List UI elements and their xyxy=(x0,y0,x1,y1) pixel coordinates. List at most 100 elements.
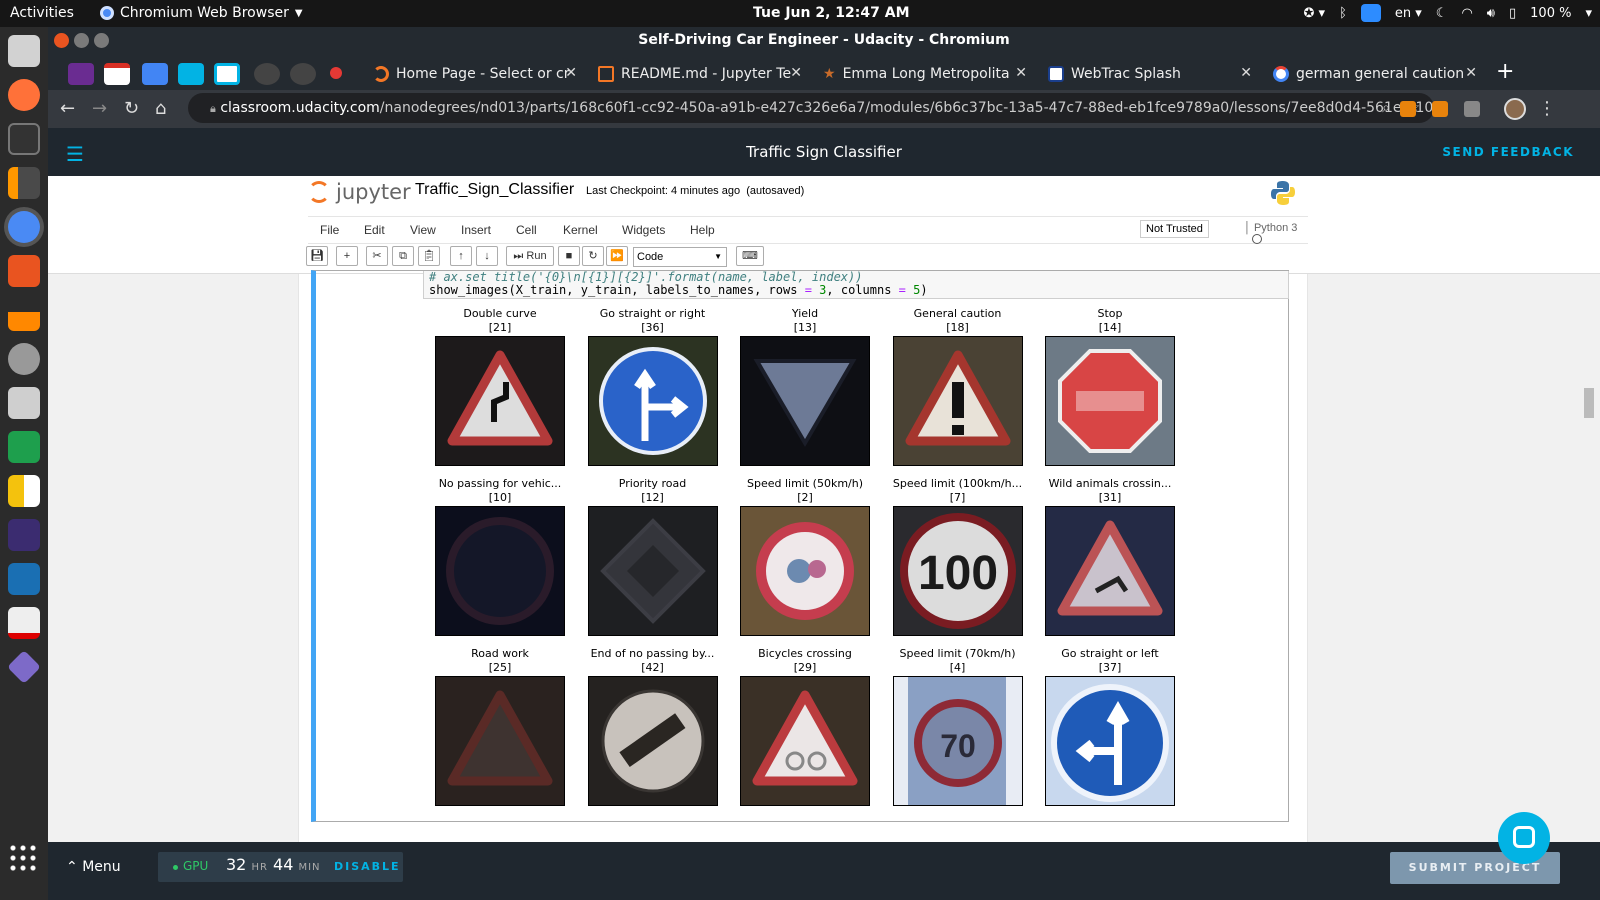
language-indicator[interactable]: en ▾ xyxy=(1395,6,1422,21)
keyboard-shortcuts-button[interactable]: ⌨ xyxy=(736,246,764,266)
notebook-container: # ax.set_title('{0}\n[{1}][{2}]'.format(… xyxy=(298,270,1308,900)
notebook-name[interactable]: Traffic_Sign_Classifier xyxy=(415,181,574,199)
paste-button[interactable]: 📋︎ xyxy=(418,246,440,266)
menu-view[interactable]: View xyxy=(410,223,436,237)
sign-tile: Speed limit (70km/h) [4] 70 xyxy=(892,647,1023,806)
tab-emma-long[interactable]: ★ Emma Long Metropolita ✕ xyxy=(813,58,1033,90)
tex-icon[interactable] xyxy=(8,519,40,551)
run-button[interactable]: ⏭ Run xyxy=(506,246,554,266)
chromium-icon xyxy=(100,6,114,20)
menu-cell[interactable]: Cell xyxy=(516,223,537,237)
insert-cell-button[interactable]: + xyxy=(336,246,358,266)
cell-type-select[interactable]: Code ▼ xyxy=(633,247,727,267)
pinned-tab-record[interactable] xyxy=(330,67,342,79)
restart-run-all-button[interactable]: ⏩ xyxy=(606,246,628,266)
close-tab-icon[interactable]: ✕ xyxy=(1465,65,1477,81)
sign-image xyxy=(1045,336,1175,466)
send-feedback-link[interactable]: SEND FEEDBACK xyxy=(1442,145,1574,159)
window-titlebar: Self-Driving Car Engineer - Udacity - Ch… xyxy=(48,27,1600,56)
tab-google-search[interactable]: german general caution ✕ xyxy=(1263,58,1483,90)
disable-gpu-button[interactable]: DISABLE xyxy=(334,860,401,873)
pinned-tab-udacity-active[interactable] xyxy=(214,63,240,85)
chromium-dock-icon[interactable] xyxy=(8,211,40,243)
activities-button[interactable]: Activities xyxy=(10,5,74,21)
move-up-button[interactable]: ↑ xyxy=(450,246,472,266)
software-center-icon[interactable] xyxy=(8,255,40,287)
tab-title: german general caution xyxy=(1296,66,1465,82)
zoom-icon[interactable] xyxy=(1360,4,1381,22)
pinned-tab-udacity[interactable] xyxy=(178,63,204,85)
bottom-menu-button[interactable]: ⌃ Menu xyxy=(66,859,121,875)
bluetooth-icon[interactable]: ᛒ xyxy=(1339,6,1347,21)
close-tab-icon[interactable]: ✕ xyxy=(565,65,577,81)
search-icon[interactable]: ⌕ xyxy=(1382,93,1390,123)
sublime-icon[interactable] xyxy=(8,167,40,199)
tab-home-page[interactable]: Home Page - Select or cr ✕ xyxy=(363,58,583,90)
save-button[interactable]: 💾︎ xyxy=(306,246,328,266)
cut-button[interactable]: ✂ xyxy=(366,246,388,266)
pinned-tab-github[interactable] xyxy=(254,63,280,85)
chat-button[interactable] xyxy=(1498,812,1550,864)
scrollbar-thumb[interactable] xyxy=(1584,388,1594,418)
firefox-icon[interactable] xyxy=(8,79,40,111)
menu-insert[interactable]: Insert xyxy=(461,223,491,237)
code-input[interactable]: # ax.set_title('{0}\n[{1}][{2}]'.format(… xyxy=(423,271,1289,299)
copy-button[interactable]: ⧉ xyxy=(392,246,414,266)
move-down-button[interactable]: ↓ xyxy=(476,246,498,266)
reload-button[interactable]: ↻ xyxy=(124,98,139,119)
home-button[interactable]: ⌂ xyxy=(155,98,166,119)
toolbar: ← → ↻ ⌂ 🔒︎ classroom.udacity.com/nanodeg… xyxy=(48,90,1600,128)
close-tab-icon[interactable]: ✕ xyxy=(1240,65,1252,81)
maximize-window-button[interactable] xyxy=(94,33,109,48)
menu-widgets[interactable]: Widgets xyxy=(622,223,665,237)
show-apps-icon[interactable] xyxy=(8,843,40,875)
tab-readme[interactable]: README.md - Jupyter Te ✕ xyxy=(588,58,808,90)
grid-app-icon[interactable] xyxy=(8,475,40,507)
vlc-icon[interactable] xyxy=(8,299,40,331)
sign-name: Yield xyxy=(791,307,819,320)
diamond-app-icon[interactable] xyxy=(7,650,41,684)
not-trusted-button[interactable]: Not Trusted xyxy=(1140,220,1209,238)
close-tab-icon[interactable]: ✕ xyxy=(790,65,802,81)
browser-menu-icon[interactable]: ⋮ xyxy=(1538,98,1556,119)
app-menu[interactable]: Chromium Web Browser ▼ xyxy=(100,5,303,21)
accessibility-icon[interactable]: ✪ ▾ xyxy=(1304,6,1326,21)
menu-file[interactable]: File xyxy=(320,223,339,237)
menu-edit[interactable]: Edit xyxy=(364,223,385,237)
system-tray[interactable]: ✪ ▾ ᛒ en ▾ ☾ ◠ 🔊︎ ▯ 100 % ▾ xyxy=(1304,4,1592,22)
settings-icon[interactable] xyxy=(8,343,40,375)
profile-avatar[interactable] xyxy=(1504,98,1526,120)
files-icon[interactable] xyxy=(8,35,40,67)
power-menu-icon[interactable]: ▾ xyxy=(1585,6,1592,21)
pinned-tab-gmail[interactable] xyxy=(104,63,130,85)
code-cell[interactable]: # ax.set_title('{0}\n[{1}][{2}]'.format(… xyxy=(311,270,1289,822)
close-tab-icon[interactable]: ✕ xyxy=(1015,65,1027,81)
pinned-tab-github-2[interactable] xyxy=(290,63,316,85)
extension-icon-orange-2[interactable] xyxy=(1432,101,1448,117)
sign-image xyxy=(740,506,870,636)
terminal-icon[interactable] xyxy=(8,123,40,155)
clock[interactable]: Tue Jun 2, 12:47 AM xyxy=(753,5,910,21)
chat-icon xyxy=(1513,826,1535,848)
jupyter-logo[interactable]: jupyter xyxy=(308,180,411,204)
tab-webtrac[interactable]: WebTrac Splash ✕ xyxy=(1038,58,1258,90)
pinned-tab-mail[interactable] xyxy=(68,63,94,85)
minimize-window-button[interactable] xyxy=(74,33,89,48)
close-window-button[interactable] xyxy=(54,33,69,48)
forward-button[interactable]: → xyxy=(92,98,107,119)
writer-icon[interactable] xyxy=(8,563,40,595)
address-bar[interactable]: 🔒︎ classroom.udacity.com/nanodegrees/nd0… xyxy=(188,93,1434,123)
extension-icon-grey[interactable] xyxy=(1464,101,1480,117)
new-tab-button[interactable]: + xyxy=(1496,59,1514,84)
back-button[interactable]: ← xyxy=(60,98,75,119)
screenshot-icon[interactable] xyxy=(8,387,40,419)
interrupt-button[interactable]: ■ xyxy=(558,246,580,266)
menu-help[interactable]: Help xyxy=(690,223,715,237)
menu-kernel[interactable]: Kernel xyxy=(563,223,598,237)
restart-button[interactable]: ↻ xyxy=(582,246,604,266)
sign-class-id: [36] xyxy=(641,321,664,334)
pdf-icon[interactable] xyxy=(8,607,40,639)
spreadsheet-icon[interactable] xyxy=(8,431,40,463)
pinned-tab-translate[interactable] xyxy=(142,63,168,85)
extension-icon-orange[interactable] xyxy=(1400,101,1416,117)
